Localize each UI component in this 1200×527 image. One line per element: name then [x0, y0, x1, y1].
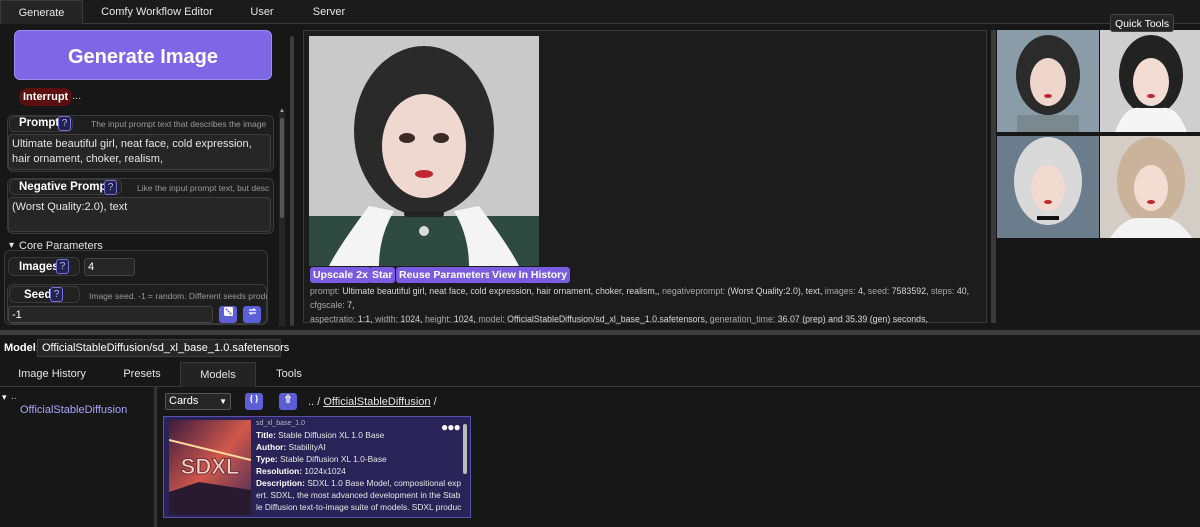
history-thumbnail[interactable] — [1100, 30, 1200, 132]
view-mode-value: Cards — [169, 395, 199, 407]
model-card-logo-text: SDXL — [181, 454, 240, 479]
prompt-input[interactable]: Ultimate beautiful girl, neat face, cold… — [8, 134, 271, 170]
model-resolution-key: Resolution: — [256, 466, 303, 476]
history-thumbnail[interactable] — [997, 30, 1099, 132]
reuse-seed-recycle-icon[interactable] — [243, 306, 261, 323]
breadcrumb-separator: / — [433, 396, 437, 408]
tree-folder-officialstablediffusion[interactable]: OfficialStableDiffusion — [20, 404, 127, 416]
generate-image-button[interactable]: Generate Image — [14, 30, 272, 80]
tree-expand-caret[interactable]: ▾ — [2, 392, 7, 403]
model-card-menu-icon[interactable]: ●●● — [441, 420, 461, 434]
model-card-scrollbar[interactable] — [463, 424, 467, 474]
breadcrumb: .. / OfficialStableDiffusion / — [308, 396, 437, 408]
star-button[interactable]: Star — [369, 267, 396, 283]
left-center-splitter[interactable] — [290, 36, 294, 326]
top-bottom-splitter[interactable] — [0, 330, 1200, 335]
seed-label: Seed — [24, 289, 52, 301]
model-title-value: Stable Diffusion XL 1.0 Base — [275, 430, 385, 440]
seed-input[interactable]: -1 — [8, 306, 213, 323]
breadcrumb-officialstablediffusion[interactable]: OfficialStableDiffusion — [323, 396, 430, 408]
model-selector[interactable]: OfficialStableDiffusion/sd_xl_base_1.0.s… — [37, 339, 289, 357]
breadcrumb-root[interactable]: .. — [308, 396, 314, 408]
meta-value: 1:1, — [355, 314, 373, 324]
meta-key: generation_time: — [709, 314, 776, 324]
negative-prompt-label: Negative Prompt — [19, 181, 111, 193]
bottom-tab-bar: Image History Presets Models Tools — [0, 362, 1200, 387]
chevron-down-icon: ▼ — [219, 397, 227, 406]
interrupt-menu[interactable]: ... — [72, 90, 81, 102]
generated-image[interactable] — [309, 36, 539, 266]
meta-key: width: — [375, 314, 399, 324]
left-panel-scroll-thumb[interactable] — [280, 118, 284, 218]
seed-help-icon[interactable]: ? — [50, 287, 63, 302]
meta-value: 7583592, — [889, 286, 929, 296]
images-input[interactable]: 4 — [84, 258, 135, 276]
quick-tools-button[interactable]: Quick Tools — [1110, 14, 1175, 32]
model-type-value: Stable Diffusion XL 1.0-Base — [277, 454, 387, 464]
tab-models[interactable]: Models — [180, 362, 256, 387]
model-title-key: Title: — [256, 430, 276, 440]
model-author-value: StabilityAI — [286, 442, 326, 452]
images-label: Images — [19, 261, 59, 273]
negative-prompt-help-icon[interactable]: ? — [104, 180, 117, 195]
prompt-hint: The input prompt text that describes the… — [91, 119, 267, 129]
meta-value: 40, — [954, 286, 970, 296]
meta-key: images: — [824, 286, 856, 296]
tree-root[interactable]: .. — [11, 391, 17, 402]
upload-button[interactable] — [279, 393, 297, 410]
tab-image-history[interactable]: Image History — [0, 362, 104, 387]
meta-value: (Worst Quality:2.0), text, — [725, 286, 823, 296]
tab-user[interactable]: User — [240, 0, 284, 24]
meta-value: 1024, — [451, 314, 476, 324]
meta-key: prompt: — [310, 286, 340, 296]
model-card-filename: sd_xl_base_1.0 — [256, 420, 306, 427]
tab-generate[interactable]: Generate — [0, 0, 83, 24]
model-description-key: Description: — [256, 478, 305, 488]
meta-key: aspectratio: — [310, 314, 356, 324]
negative-prompt-input[interactable]: (Worst Quality:2.0), text — [8, 197, 271, 232]
model-author-key: Author: — [256, 442, 287, 452]
image-metadata: prompt: Ultimate beautiful girl, neat fa… — [310, 284, 980, 326]
history-thumbnail[interactable] — [1100, 136, 1200, 238]
tab-presets[interactable]: Presets — [104, 362, 180, 387]
meta-value: 1024, — [398, 314, 423, 324]
meta-value: 7, — [344, 300, 355, 310]
interrupt-button[interactable]: Interrupt — [19, 88, 73, 106]
refresh-button[interactable] — [245, 393, 263, 410]
view-mode-select[interactable]: Cards ▼ — [165, 393, 231, 410]
meta-value: 36.07 (prep) and 35.39 (gen) seconds, — [775, 314, 928, 324]
meta-key: height: — [424, 314, 452, 324]
meta-key: steps: — [930, 286, 955, 296]
meta-value: OfficialStableDiffusion/sd_xl_base_1.0.s… — [504, 314, 708, 324]
scroll-up-arrow-icon[interactable]: ▲ — [279, 108, 285, 114]
model-resolution-value: 1024x1024 — [302, 466, 346, 476]
seed-hint: Image seed. -1 = random. Different seeds… — [89, 291, 267, 301]
tab-server[interactable]: Server — [304, 0, 354, 24]
model-card-thumbnail: SDXL — [169, 420, 251, 515]
prompt-help-icon[interactable]: ? — [58, 116, 71, 131]
model-type-key: Type: — [256, 454, 278, 464]
breadcrumb-separator: / — [317, 396, 321, 408]
reuse-parameters-button[interactable]: Reuse Parameters — [396, 267, 494, 283]
meta-key: cfgscale: — [310, 300, 345, 310]
view-in-history-button[interactable]: View In History — [489, 267, 571, 283]
meta-key: negativeprompt: — [662, 286, 726, 296]
negative-prompt-hint: Like the input prompt text, but describe… — [137, 183, 269, 193]
tree-splitter[interactable] — [154, 387, 157, 527]
model-card-details: sd_xl_base_1.0 Title: Stable Diffusion X… — [256, 419, 462, 513]
tab-comfy-workflow-editor[interactable]: Comfy Workflow Editor — [92, 0, 222, 24]
history-thumbnail[interactable] — [997, 136, 1099, 238]
top-tab-bar: Generate Comfy Workflow Editor User Serv… — [0, 0, 1200, 24]
meta-value: Ultimate beautiful girl, neat face, cold… — [339, 286, 660, 296]
prompt-label: Prompt — [19, 117, 60, 129]
upscale-2x-button[interactable]: Upscale 2x — [310, 267, 371, 283]
model-label: Model: — [4, 342, 40, 354]
random-seed-dice-icon[interactable] — [219, 306, 237, 323]
meta-key: model: — [478, 314, 505, 324]
meta-key: seed: — [867, 286, 890, 296]
center-scrollbar[interactable] — [991, 30, 996, 323]
images-help-icon[interactable]: ? — [56, 259, 69, 274]
tab-tools[interactable]: Tools — [256, 362, 322, 387]
meta-value: 4, — [855, 286, 866, 296]
